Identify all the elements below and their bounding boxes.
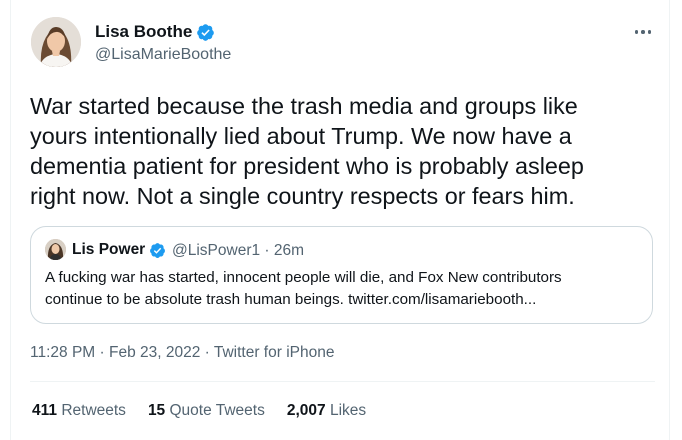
quoted-tweet[interactable]: Lis Power @LisPower1 · 26m A fucking war… <box>30 226 653 324</box>
author-handle[interactable]: @LisaMarieBoothe <box>95 46 231 64</box>
retweets-stat[interactable]: 411 Retweets <box>32 402 126 420</box>
quote-tweets-label: Quote Tweets <box>165 402 265 419</box>
verified-badge-icon <box>197 23 215 41</box>
retweets-count: 411 <box>32 402 58 419</box>
quote-tweets-count: 15 <box>147 402 166 419</box>
profile-photo <box>31 17 81 67</box>
tweet-timestamp: 11:28 PM · Feb 23, 2022 · Twitter for iP… <box>30 344 334 362</box>
quote-text: A fucking war has started, innocent peop… <box>45 267 640 311</box>
tweet-card: Lisa Boothe @LisaMarieBoothe War started… <box>10 0 670 440</box>
verified-badge-icon <box>150 242 166 258</box>
likes-stat[interactable]: 2,007 Likes <box>287 402 366 420</box>
tweet-date-link[interactable]: Feb 23, 2022 <box>109 344 200 361</box>
quote-author-avatar <box>45 239 66 260</box>
quote-text-line: A fucking war has started, innocent peop… <box>45 269 562 286</box>
quote-author-name: Lis Power <box>72 241 166 259</box>
quote-profile-photo <box>45 239 66 260</box>
tweet-text-line: yours intentionally lied about Trump. We… <box>30 123 572 149</box>
tweet-stats: 411 Retweets 15 Quote Tweets 2,007 Likes <box>32 402 366 420</box>
dot <box>647 30 652 34</box>
more-horizontal-icon[interactable] <box>631 22 655 42</box>
divider <box>30 381 655 382</box>
author-name-text[interactable]: Lisa Boothe <box>95 22 192 42</box>
quote-text-line: continue to be absolute trash human bein… <box>45 291 537 308</box>
dot <box>634 30 639 34</box>
tweet-time-link[interactable]: 11:28 PM <box>30 344 95 361</box>
retweets-label: Retweets <box>57 402 126 419</box>
quote-author-name-text: Lis Power <box>72 241 146 258</box>
tweet-text-line: War started because the trash media and … <box>30 93 578 119</box>
separator: · <box>200 344 214 361</box>
separator: · <box>95 344 109 361</box>
author-avatar[interactable] <box>31 17 81 67</box>
likes-count: 2,007 <box>286 402 326 419</box>
tweet-text-line: right now. Not a single country respects… <box>30 183 575 209</box>
dot <box>641 30 645 34</box>
tweet-text: War started because the trash media and … <box>30 91 655 211</box>
author-name[interactable]: Lisa Boothe <box>95 22 215 42</box>
tweet-text-line: dementia patient for president who is pr… <box>30 153 584 179</box>
quote-handle-time: @LisPower1 · 26m <box>172 242 305 259</box>
likes-label: Likes <box>325 402 367 419</box>
tweet-source-link[interactable]: Twitter for iPhone <box>214 344 335 361</box>
quote-tweets-stat[interactable]: 15 Quote Tweets <box>148 402 265 420</box>
